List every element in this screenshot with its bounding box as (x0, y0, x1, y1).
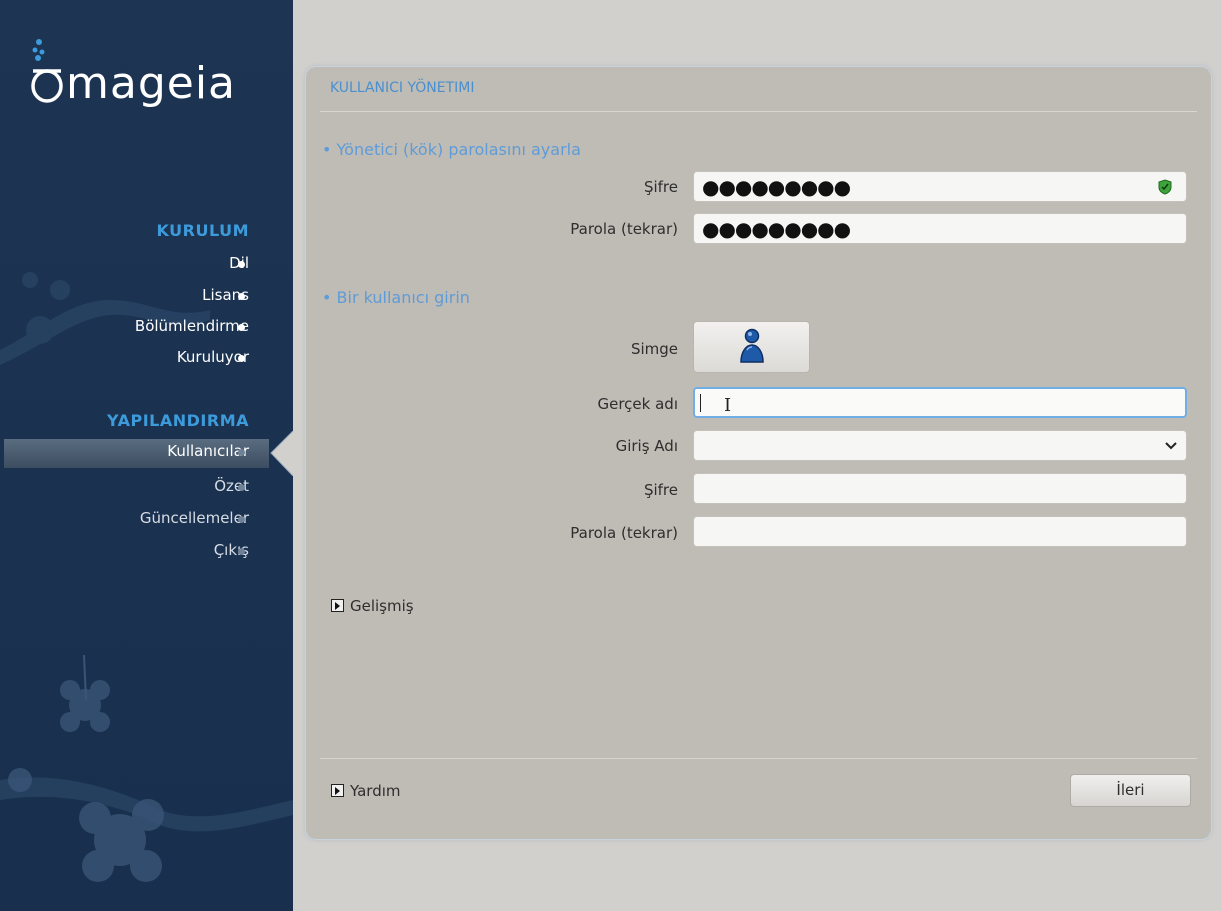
logo-text: mageia (66, 58, 237, 109)
expander-triangle-icon (331, 599, 344, 612)
advanced-label: Gelişmiş (350, 597, 414, 615)
root-password-label: Şifre (643, 178, 678, 196)
step-pending-dot (238, 516, 245, 523)
config-heading: YAPILANDIRMA (107, 411, 249, 430)
ibeam-cursor-icon: I (724, 395, 732, 416)
step-updates: Güncellemeler (139, 509, 249, 527)
title-divider (320, 111, 1197, 112)
root-password-section-title: • Yönetici (kök) parolasını ayarla (322, 140, 581, 159)
icon-label: Simge (630, 340, 678, 358)
text-caret (700, 394, 701, 412)
password-mask: ●●●●●●●●● (702, 175, 851, 199)
root-password-repeat-field[interactable]: ●●●●●●●●● (693, 213, 1187, 244)
step-pending-dot (238, 548, 245, 555)
page-title: KULLANICI YÖNETIMI (330, 80, 475, 96)
root-password-repeat-label: Parola (tekrar) (570, 220, 678, 238)
user-section-title: • Bir kullanıcı girin (322, 288, 470, 307)
step-partitioning: Bölümlendirme (134, 317, 249, 335)
help-expander[interactable]: Yardım (331, 782, 401, 800)
user-password-repeat-label: Parola (tekrar) (570, 524, 678, 542)
root-password-field[interactable]: ●●●●●●●●● (693, 171, 1187, 202)
login-name-combo[interactable] (693, 430, 1187, 461)
step-users: Kullanıcılar (167, 442, 249, 460)
password-mask: ●●●●●●●●● (702, 217, 851, 241)
login-name-label: Giriş Adı (615, 437, 678, 455)
user-icon-button[interactable] (693, 321, 810, 373)
user-avatar-icon (740, 328, 764, 363)
help-label: Yardım (350, 782, 401, 800)
shield-strength-icon (1158, 179, 1172, 195)
footer-divider (320, 758, 1197, 759)
user-password-repeat-field[interactable] (693, 516, 1187, 547)
advanced-expander[interactable]: Gelişmiş (331, 597, 414, 615)
real-name-input[interactable]: I (693, 387, 1187, 418)
user-password-field[interactable] (693, 473, 1187, 504)
user-management-panel: KULLANICI YÖNETIMI • Yönetici (kök) paro… (306, 67, 1211, 839)
chevron-down-icon[interactable] (1164, 436, 1178, 454)
active-step-pointer (270, 431, 293, 476)
step-pending-dot (238, 449, 245, 456)
step-done-dot (238, 261, 245, 268)
install-heading: KURULUM (156, 221, 249, 240)
real-name-label: Gerçek adı (597, 395, 678, 413)
step-done-dot (238, 355, 245, 362)
step-done-dot (238, 293, 245, 300)
next-button[interactable]: İleri (1070, 774, 1191, 807)
step-done-dot (238, 324, 245, 331)
user-password-label: Şifre (643, 481, 678, 499)
step-pending-dot (238, 484, 245, 491)
sidebar: mageia KURULUM Dil Lisans Bölümlendirme … (0, 0, 293, 911)
expander-triangle-icon (331, 784, 344, 797)
